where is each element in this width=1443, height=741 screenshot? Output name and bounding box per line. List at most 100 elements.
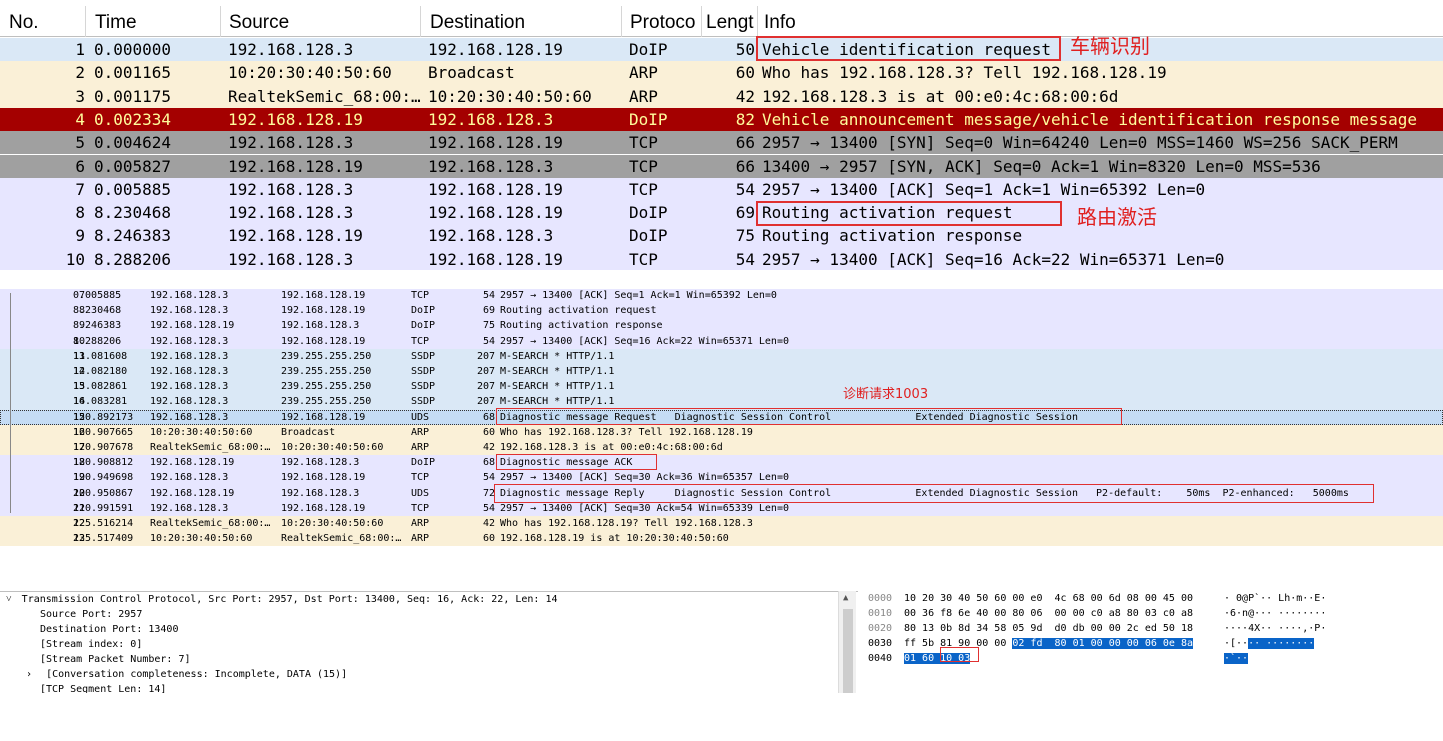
col-header-no[interactable]: No. xyxy=(9,12,39,34)
packet-row[interactable]: 8 8.230468 192.168.128.3 192.168.128.19 DoIP… xyxy=(0,201,1443,225)
highlight-box-diag-request xyxy=(496,408,1122,425)
packet-row[interactable]: 23 125.517409 10:20:30:40:50:60 RealtekSemi… xyxy=(0,531,1443,547)
packet-row[interactable]: 13 15.082861 192.168.128.3 239.255.255.250 S… xyxy=(0,379,1443,395)
highlight-box-diag-ack xyxy=(496,454,657,470)
packet-row[interactable]: 4 0.002334 192.168.128.19 192.168.128.3 DoIP… xyxy=(0,107,1443,132)
packet-source: 192.168.128.19 xyxy=(228,109,363,129)
collapse-arrow-icon[interactable]: ˅ xyxy=(6,594,12,605)
hex-selected-bytes[interactable]: 02 fd 80 01 00 00 00 06 0e 8a xyxy=(1012,638,1193,649)
packet-row[interactable]: 17 120.907678 RealtekSemic_68:00:… 10:20:30… xyxy=(0,440,1443,456)
packet-protocol: ARP xyxy=(411,442,430,453)
detail-stream-packet-number[interactable]: [Stream Packet Number: 7] xyxy=(40,652,191,667)
packet-destination: 192.168.128.3 xyxy=(281,320,360,332)
packet-protocol: DoIP xyxy=(629,226,668,246)
packet-row[interactable]: 3 0.001175 RealtekSemic_68:00:… 10:20:30:40… xyxy=(0,84,1443,108)
packet-row[interactable]: 10 8.288206 192.168.128.3 192.168.128.19 TCP… xyxy=(0,247,1443,270)
packet-no: 1 xyxy=(75,40,85,59)
packet-length: 54 xyxy=(482,502,495,514)
packet-no: 3 xyxy=(75,86,85,106)
highlight-box-diag-reply xyxy=(494,484,1374,503)
col-header-length[interactable]: Lengt xyxy=(706,12,754,34)
packet-row[interactable]: 10 8.288206 192.168.128.3 192.168.128.19 TCP… xyxy=(0,333,1443,349)
packet-protocol: ARP xyxy=(411,533,430,545)
scroll-up-arrow-icon[interactable]: ▲ xyxy=(843,593,848,603)
packet-row[interactable]: 16 120.907665 10:20:30:40:50:60 Broadcast AR… xyxy=(0,424,1443,440)
packet-source: RealtekSemic_68:00:… xyxy=(228,86,421,106)
ascii-row[interactable]: ·`·· xyxy=(1224,651,1249,666)
ascii-row[interactable]: ····4X·· ····,·P· xyxy=(1224,621,1326,636)
packet-source: 192.168.128.3 xyxy=(150,290,229,301)
packet-row[interactable]: 7 0.005885 192.168.128.3 192.168.128.19 TCP 5… xyxy=(0,177,1443,202)
packet-row[interactable]: 2 0.001165 10:20:30:40:50:60 Broadcast ARP 60… xyxy=(0,61,1443,85)
packet-row[interactable]: 11 13.081608 192.168.128.3 239.255.255.250 S… xyxy=(0,348,1443,364)
packet-info: 192.168.128.19 is at 10:20:30:40:50:60 xyxy=(500,533,729,545)
packet-no: 9 xyxy=(75,226,85,246)
packet-list: 7 0.005885 192.168.128.3 192.168.128.19 TCP 5… xyxy=(0,289,1443,548)
packet-time: 0.000000 xyxy=(94,40,172,59)
col-header-protocol[interactable]: Protoco xyxy=(630,12,695,34)
packet-protocol: TCP xyxy=(411,290,430,301)
packet-source: RealtekSemic_68:00:… xyxy=(150,442,271,453)
ascii-row[interactable]: · 0@P`·· Lh·m··E· xyxy=(1224,591,1326,606)
packet-row[interactable]: 7 0.005885 192.168.128.3 192.168.128.19 TCP 5… xyxy=(0,289,1443,304)
packet-time: 120.950867 xyxy=(73,487,134,499)
packet-length: 68 xyxy=(482,457,495,469)
detail-conversation-row[interactable]: › [Conversation completeness: Incomplete… xyxy=(26,667,347,682)
packet-info: 2957 → 13400 [ACK] Seq=30 Ack=54 Win=653… xyxy=(500,502,789,514)
hex-bytes-row[interactable]: 10 20 30 40 50 60 00 e0 4c 68 00 6d 08 0… xyxy=(904,591,1193,606)
packet-length: 69 xyxy=(482,305,495,317)
detail-stream-index[interactable]: [Stream index: 0] xyxy=(40,637,142,652)
tcp-header-row[interactable]: ˅ Transmission Control Protocol, Src Por… xyxy=(6,592,558,607)
packet-source: 192.168.128.3 xyxy=(150,502,229,514)
col-header-source[interactable]: Source xyxy=(229,12,289,34)
hex-offset: 0020 xyxy=(868,623,893,634)
packet-row[interactable]: 1 0.000000 192.168.128.3 192.168.128.19 DoIP… xyxy=(0,38,1443,62)
packet-destination: 192.168.128.19 xyxy=(281,290,366,301)
ascii-row[interactable]: ·[···· ········ xyxy=(1224,636,1315,651)
packet-row[interactable]: 18 120.908812 192.168.128.19 192.168.128.3 D… xyxy=(0,455,1443,471)
hex-bytes-row[interactable]: 00 36 f8 6e 40 00 80 06 00 00 c0 a8 80 0… xyxy=(904,606,1193,621)
packet-destination: 192.168.128.3 xyxy=(428,109,554,129)
packet-info: M-SEARCH * HTTP/1.1 xyxy=(500,350,615,362)
packet-length: 68 xyxy=(482,411,495,423)
scrollbar-thumb[interactable] xyxy=(843,609,853,693)
packet-destination: 192.168.128.3 xyxy=(281,487,360,499)
detail-conversation-completeness: [Conversation completeness: Incomplete, … xyxy=(46,669,348,680)
packet-time: 0.005885 xyxy=(73,290,122,301)
packet-protocol: DoIP xyxy=(411,457,436,469)
packet-row[interactable]: 12 14.082180 192.168.128.3 239.255.255.250 S… xyxy=(0,364,1443,380)
packet-destination: 192.168.128.19 xyxy=(428,249,563,269)
packet-source: 192.168.128.19 xyxy=(150,320,235,332)
packet-length: 207 xyxy=(476,350,495,362)
packet-protocol: SSDP xyxy=(411,350,436,362)
packet-protocol: DoIP xyxy=(411,320,436,332)
col-header-destination[interactable]: Destination xyxy=(430,12,525,34)
packet-time: 8.288206 xyxy=(94,249,172,269)
packet-row[interactable]: 5 0.004624 192.168.128.3 192.168.128.19 TCP 6… xyxy=(0,131,1443,155)
detail-segment-len[interactable]: [TCP Segment Len: 14] xyxy=(40,682,166,693)
packet-row[interactable]: 9 8.246383 192.168.128.19 192.168.128.3 DoIP… xyxy=(0,224,1443,248)
hex-selected-bytes[interactable]: 01 60 xyxy=(904,653,941,664)
packet-row[interactable]: 9 8.246383 192.168.128.19 192.168.128.3 DoIP… xyxy=(0,318,1443,334)
packet-row[interactable]: 21 120.991591 192.168.128.3 192.168.128.19 T… xyxy=(0,500,1443,516)
details-scrollbar[interactable]: ▲ xyxy=(838,591,856,693)
expand-arrow-icon[interactable]: › xyxy=(26,669,32,680)
packet-info: 2957 → 13400 [ACK] Seq=16 Ack=22 Win=653… xyxy=(762,249,1225,269)
col-header-info[interactable]: Info xyxy=(764,12,796,34)
packet-length: 54 xyxy=(482,290,495,301)
annotation-diag-request-1003: 诊断请求1003 xyxy=(843,387,929,402)
packet-destination: 192.168.128.19 xyxy=(428,203,563,223)
ascii-row[interactable]: ·6·n@··· ········ xyxy=(1224,606,1326,621)
packet-row[interactable]: 6 0.005827 192.168.128.19 192.168.128.3 TCP 6… xyxy=(0,154,1443,178)
detail-destination-port[interactable]: Destination Port: 13400 xyxy=(40,622,178,637)
hex-bytes-row[interactable]: 80 13 0b 8d 34 58 05 9d d0 db 00 00 2c e… xyxy=(904,621,1193,636)
packet-bytes-pane: 0000 0010 0020 0030 0040 10 20 30 40 50 … xyxy=(860,591,1443,671)
packet-time: 0.001175 xyxy=(94,86,172,106)
packet-row[interactable]: 22 125.516214 RealtekSemic_68:00:… 10:20:30… xyxy=(0,516,1443,532)
packet-info: 2957 → 13400 [ACK] Seq=16 Ack=22 Win=653… xyxy=(500,335,789,347)
col-header-time[interactable]: Time xyxy=(95,12,137,34)
detail-source-port[interactable]: Source Port: 2957 xyxy=(40,607,142,622)
packet-row[interactable]: 8 8.230468 192.168.128.3 192.168.128.19 DoIP… xyxy=(0,303,1443,319)
zoomed-packet-list: No. Time Source Destination Protoco Leng… xyxy=(0,0,1443,270)
packet-source: 192.168.128.19 xyxy=(150,457,235,469)
